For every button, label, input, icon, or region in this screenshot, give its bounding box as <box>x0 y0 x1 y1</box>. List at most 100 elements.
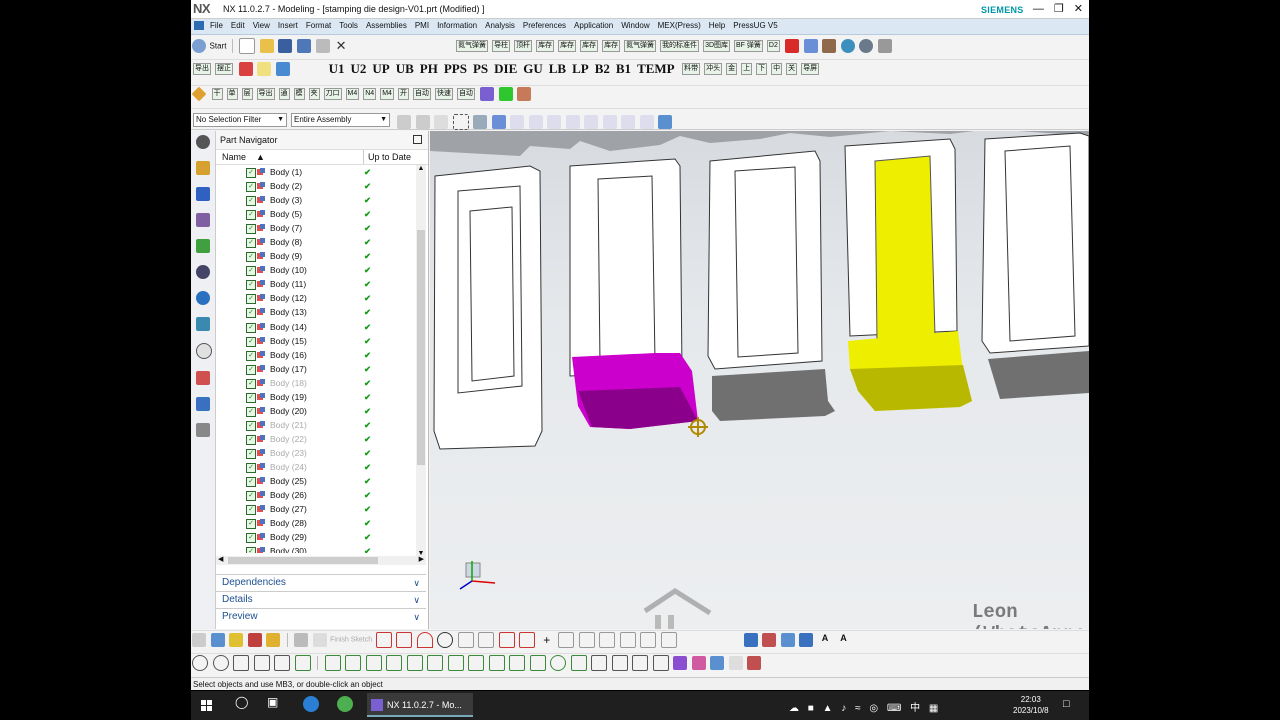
visibility-checkbox[interactable]: ✓ <box>246 238 256 249</box>
feature-tool-button-0[interactable]: 干 <box>211 88 223 100</box>
profile-icon[interactable] <box>375 632 392 648</box>
diamond-icon[interactable] <box>191 86 207 102</box>
tree-row-body[interactable]: ✓ Body (30) ✔ <box>216 544 416 553</box>
history-icon[interactable] <box>196 317 210 331</box>
point-icon[interactable]: + <box>540 633 554 647</box>
rectangle-select-icon[interactable] <box>452 114 469 130</box>
graphics-window[interactable]: Leon (WhatsApp:+8613510957465) <box>430 131 1089 629</box>
die-tool-button-3[interactable]: 上 <box>741 63 753 75</box>
visibility-checkbox[interactable]: ✓ <box>246 392 256 403</box>
visibility-checkbox[interactable]: ✓ <box>246 406 256 417</box>
tree-row-body[interactable]: ✓ Body (1) ✔ <box>216 165 416 179</box>
visibility-checkbox[interactable]: ✓ <box>246 364 256 375</box>
polygon-icon[interactable] <box>519 632 536 648</box>
color-red-icon[interactable] <box>785 39 800 53</box>
menu-help[interactable]: Help <box>705 19 729 32</box>
feature-tool-button-4[interactable]: 通 <box>278 88 290 100</box>
divide-curve-icon[interactable] <box>632 655 649 671</box>
web-browser-icon[interactable] <box>196 291 210 305</box>
punch-part-3[interactable] <box>707 150 835 421</box>
menu-analysis[interactable]: Analysis <box>481 19 519 32</box>
rectangle-icon[interactable] <box>498 632 515 648</box>
standard-part-button-1[interactable]: 导柱 <box>492 40 511 52</box>
standard-part-button-10[interactable]: BF 弹簧 <box>734 40 763 52</box>
die-plate-button-6[interactable]: PS <box>473 61 488 77</box>
curve-tool-icon[interactable] <box>386 655 403 671</box>
assembly-navigator-icon[interactable] <box>196 161 210 175</box>
export-button-1[interactable]: 摆正 <box>215 63 233 75</box>
task-view-icon[interactable]: ▣ <box>267 695 278 709</box>
cube-icon[interactable] <box>473 115 488 129</box>
visibility-checkbox[interactable]: ✓ <box>246 196 256 207</box>
finish-sketch-button[interactable]: Finish Sketch <box>330 637 372 644</box>
delete-icon[interactable]: ✕ <box>334 39 348 53</box>
snap-icon[interactable] <box>415 115 430 129</box>
die-plate-button-9[interactable]: LB <box>549 61 566 77</box>
die-plate-button-1[interactable]: U2 <box>350 61 366 77</box>
finish-flag-icon[interactable] <box>312 633 327 647</box>
standard-part-button-2[interactable]: 顶杆 <box>514 40 533 52</box>
fillet-icon[interactable] <box>457 632 474 648</box>
selection-filter-dropdown[interactable]: No Selection Filter ▼ <box>193 113 287 127</box>
menu-mex-press-[interactable]: MEX(Press) <box>654 19 705 32</box>
start-icon[interactable] <box>192 39 206 53</box>
tree-row-body[interactable]: ✓ Body (25) ✔ <box>216 474 416 488</box>
snap-settings-icon[interactable] <box>658 115 673 129</box>
menu-tools[interactable]: Tools <box>335 19 362 32</box>
cloud-icon[interactable]: ☁ <box>789 703 799 714</box>
die-plate-button-13[interactable]: TEMP <box>637 61 675 77</box>
visibility-checkbox[interactable]: ✓ <box>246 533 256 544</box>
tree-row-body[interactable]: ✓ Body (18) ✔ <box>216 376 416 390</box>
visibility-checkbox[interactable]: ✓ <box>246 547 256 553</box>
visibility-checkbox[interactable]: ✓ <box>246 448 256 459</box>
circle-center-icon[interactable] <box>212 655 229 671</box>
tree-row-body[interactable]: ✓ Body (13) ✔ <box>216 305 416 319</box>
windows-start-icon[interactable] <box>201 700 213 712</box>
tree-row-body[interactable]: ✓ Body (9) ✔ <box>216 249 416 263</box>
line-icon[interactable] <box>396 632 413 648</box>
die-tool-button-4[interactable]: 下 <box>756 63 768 75</box>
tree-row-body[interactable]: ✓ Body (7) ✔ <box>216 221 416 235</box>
notification-icon[interactable]: □ <box>1063 698 1070 710</box>
curve-tool-6-icon[interactable] <box>488 655 505 671</box>
die-plate-button-11[interactable]: B2 <box>595 61 610 77</box>
panel-details[interactable]: Details ∨ <box>216 591 426 607</box>
curve-tool-10-icon[interactable] <box>570 655 587 671</box>
arc-text-icon[interactable] <box>274 655 291 671</box>
snap-quadrant-icon[interactable] <box>584 115 599 129</box>
view-icon[interactable] <box>196 265 210 279</box>
curve-tool-8-icon[interactable] <box>529 655 546 671</box>
standard-part-button-9[interactable]: 3D图库 <box>703 40 731 52</box>
visibility-checkbox[interactable]: ✓ <box>246 434 256 445</box>
save-icon[interactable] <box>278 39 293 53</box>
model-view[interactable] <box>430 131 1089 629</box>
table-icon[interactable] <box>747 656 762 670</box>
menu-assemblies[interactable]: Assemblies <box>362 19 411 32</box>
visibility-checkbox[interactable]: ✓ <box>246 266 256 277</box>
menu-insert[interactable]: Insert <box>274 19 302 32</box>
snap-arc-icon[interactable] <box>639 115 654 129</box>
feature-tool-button-9[interactable]: N4 <box>363 88 377 100</box>
curve-tool-9-icon[interactable] <box>550 655 567 671</box>
red-tool-icon[interactable] <box>238 62 253 76</box>
die-plate-button-10[interactable]: LP <box>572 61 589 77</box>
curve-tool-3-icon[interactable] <box>427 655 444 671</box>
curve-tool-7-icon[interactable] <box>509 655 526 671</box>
wave-icon[interactable] <box>728 656 743 670</box>
tool-icon[interactable] <box>877 39 892 53</box>
audio-icon[interactable]: ♪ <box>841 703 846 714</box>
ime-indicator[interactable]: 中 <box>910 703 920 714</box>
die-plate-button-2[interactable]: UP <box>372 61 389 77</box>
boolean-icon[interactable] <box>799 633 814 647</box>
tree-row-body[interactable]: ✓ Body (2) ✔ <box>216 179 416 193</box>
role-icon[interactable] <box>196 397 210 411</box>
tree-row-body[interactable]: ✓ Body (20) ✔ <box>216 404 416 418</box>
add-icon[interactable] <box>210 633 225 647</box>
new-file-icon[interactable] <box>239 38 256 54</box>
curve-tool-2-icon[interactable] <box>406 655 423 671</box>
constraint-navigator-icon[interactable] <box>196 187 210 201</box>
hole-icon[interactable] <box>780 633 795 647</box>
visibility-checkbox[interactable]: ✓ <box>246 294 256 305</box>
square-icon[interactable] <box>233 655 250 671</box>
d2-icon[interactable] <box>803 39 818 53</box>
